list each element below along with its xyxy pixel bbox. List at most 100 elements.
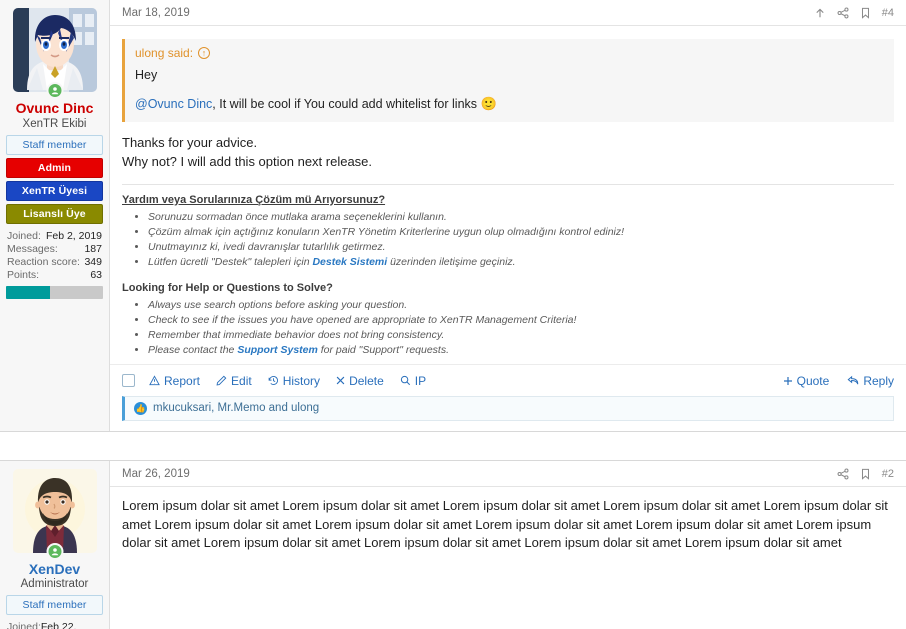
search-icon: [400, 375, 411, 386]
report-button[interactable]: Report: [149, 374, 200, 388]
signature-item: Please contact the Support System for pa…: [148, 343, 894, 358]
signature-item: Always use search options before asking …: [148, 298, 894, 313]
online-status-icon: [46, 542, 63, 560]
post-message: ulong said: ↑ Hey @Ovunc Dinc, It will b…: [110, 26, 906, 364]
signature-item-text: Unutmayınız ki, ivedi davranışlar tutarl…: [148, 240, 386, 253]
user-name[interactable]: XenDev: [6, 561, 103, 578]
quote-attribution[interactable]: ulong said: ↑: [125, 39, 894, 64]
destek-sistemi-link[interactable]: Destek Sistemi: [312, 256, 387, 268]
post-reactions-bar[interactable]: 👍 mkucuksari, Mr.Memo and ulong: [122, 395, 894, 421]
reaction-user-list[interactable]: mkucuksari, Mr.Memo and ulong: [153, 402, 319, 414]
body-line: Why not? I will add this option next rel…: [122, 153, 373, 169]
reply-icon: [847, 375, 859, 386]
forum-thread-page: Ovunc Dinc XenTR Ekibi Staff member Admi…: [0, 0, 906, 629]
avatar-image[interactable]: [12, 468, 97, 553]
post-number[interactable]: #4: [882, 7, 894, 19]
trophy-progress-bar: [6, 285, 103, 299]
smile-emoji-icon: 🙂: [480, 96, 497, 111]
history-button[interactable]: History: [268, 374, 320, 388]
post-body-text: Lorem ipsum dolar sit amet Lorem ipsum d…: [122, 497, 894, 554]
pencil-icon: [216, 375, 227, 386]
body-line: Lorem ipsum dolar sit amet Lorem ipsum d…: [122, 497, 888, 551]
plus-icon: [783, 376, 793, 386]
quote-author[interactable]: ulong said:: [135, 46, 193, 60]
post-number[interactable]: #2: [882, 468, 894, 480]
bookmark-icon[interactable]: [860, 468, 871, 480]
signature-item-text: Always use search options before asking …: [148, 298, 408, 311]
stat-label: Joined:: [7, 621, 41, 629]
history-label: History: [282, 373, 321, 388]
stat-value: 63: [90, 268, 102, 281]
post-item: XenDev Administrator Staff member Joined…: [0, 459, 906, 629]
post-user-sidebar: Ovunc Dinc XenTR Ekibi Staff member Admi…: [0, 0, 110, 431]
quote-label: Quote: [796, 373, 830, 388]
reply-button[interactable]: Reply: [847, 374, 894, 388]
signature-item: Sorunuzu sormadan önce mutlaka arama seç…: [148, 210, 894, 225]
delete-label: Delete: [349, 373, 384, 388]
stat-value: Feb 2, 2019: [45, 229, 102, 242]
post-header: Mar 18, 2019 #4: [110, 0, 906, 26]
signature-list-tr: Sorunuzu sormadan önce mutlaka arama seç…: [122, 210, 894, 270]
stat-joined: Joined: Feb 22, 2019: [6, 621, 103, 629]
stat-value: 349: [84, 255, 102, 268]
stat-value: 187: [84, 242, 102, 255]
signature-item-text: Sorunuzu sormadan önce mutlaka arama seç…: [148, 210, 447, 223]
user-banner-license: Lisanslı Üye: [6, 203, 103, 224]
jump-to-quote-icon[interactable]: ↑: [198, 47, 211, 59]
quote-line-2-text: , It will be cool if You could add white…: [212, 97, 478, 111]
edit-label: Edit: [231, 373, 252, 388]
user-title: XenTR Ekibi: [22, 117, 87, 130]
user-mention[interactable]: @Ovunc Dinc: [135, 97, 212, 111]
stat-points: Points: 63: [6, 269, 103, 282]
user-banner-staff: Staff member: [6, 595, 103, 616]
thumbs-up-icon: 👍: [134, 401, 147, 415]
stat-label: Points:: [7, 268, 40, 281]
avatar-image[interactable]: [12, 8, 97, 92]
avatar[interactable]: [12, 8, 97, 99]
history-icon: [268, 375, 279, 386]
user-banner-staff: Staff member: [6, 134, 103, 155]
blockquote: ulong said: ↑ Hey @Ovunc Dinc, It will b…: [122, 39, 894, 122]
support-system-link[interactable]: Support System: [237, 344, 318, 356]
quote-button[interactable]: Quote: [783, 373, 830, 388]
signature-item-text: Check to see if the issues you have open…: [148, 313, 577, 326]
post-user-sidebar: XenDev Administrator Staff member Joined…: [0, 460, 110, 629]
signature-item: Unutmayınız ki, ivedi davranışlar tutarl…: [148, 240, 894, 255]
bookmark-icon[interactable]: [860, 7, 871, 19]
post-select-checkbox[interactable]: [122, 374, 135, 388]
signature-item: Çözüm almak için açtığınız konuların Xen…: [148, 225, 894, 240]
report-label: Report: [164, 373, 201, 388]
signature-heading-tr: Yardım veya Sorularınıza Çözüm mü Arıyor…: [122, 193, 386, 206]
avatar[interactable]: [12, 468, 97, 560]
ip-label: IP: [414, 373, 427, 388]
post-content: Mar 26, 2019 #2 Lorem ipsum dolar sit am…: [110, 461, 906, 629]
ip-button[interactable]: IP: [400, 374, 426, 388]
share-icon[interactable]: [837, 7, 849, 19]
signature-item-text: Please contact the: [148, 343, 238, 356]
edit-button[interactable]: Edit: [216, 374, 252, 388]
user-signature: Yardım veya Sorularınıza Çözüm mü Arıyor…: [122, 183, 894, 358]
signature-item-text: Remember that immediate behavior does no…: [148, 328, 445, 341]
post-separator: [0, 431, 906, 460]
arrow-up-icon[interactable]: [814, 7, 826, 19]
online-status-icon: [46, 82, 63, 99]
user-name[interactable]: Ovunc Dinc: [6, 100, 103, 117]
stat-label: Messages:: [7, 242, 58, 255]
body-line: Thanks for your advice.: [122, 135, 258, 150]
signature-item-text: Lütfen ücretli "Destek" talepleri için: [148, 255, 313, 268]
user-banner-member: XenTR Üyesi: [6, 180, 103, 201]
delete-button[interactable]: Delete: [336, 374, 384, 388]
share-icon[interactable]: [837, 468, 849, 480]
stat-messages: Messages: 187: [6, 243, 103, 256]
post-body-text: Thanks for your advice. Why not? I will …: [122, 134, 894, 172]
warning-icon: [149, 375, 160, 386]
post-content: Mar 18, 2019 #4 ulong said: ↑ Hey @Ovunc…: [110, 0, 906, 431]
post-header: Mar 26, 2019 #2: [110, 461, 906, 487]
post-date: Mar 26, 2019: [122, 467, 190, 480]
user-title: Administrator: [20, 578, 89, 591]
stat-reaction-score: Reaction score: 349: [6, 256, 103, 269]
signature-item-text: üzerinden iletişime geçiniz.: [387, 255, 516, 268]
reply-label: Reply: [863, 373, 894, 388]
signature-item: Remember that immediate behavior does no…: [148, 328, 894, 343]
signature-item: Check to see if the issues you have open…: [148, 313, 894, 328]
